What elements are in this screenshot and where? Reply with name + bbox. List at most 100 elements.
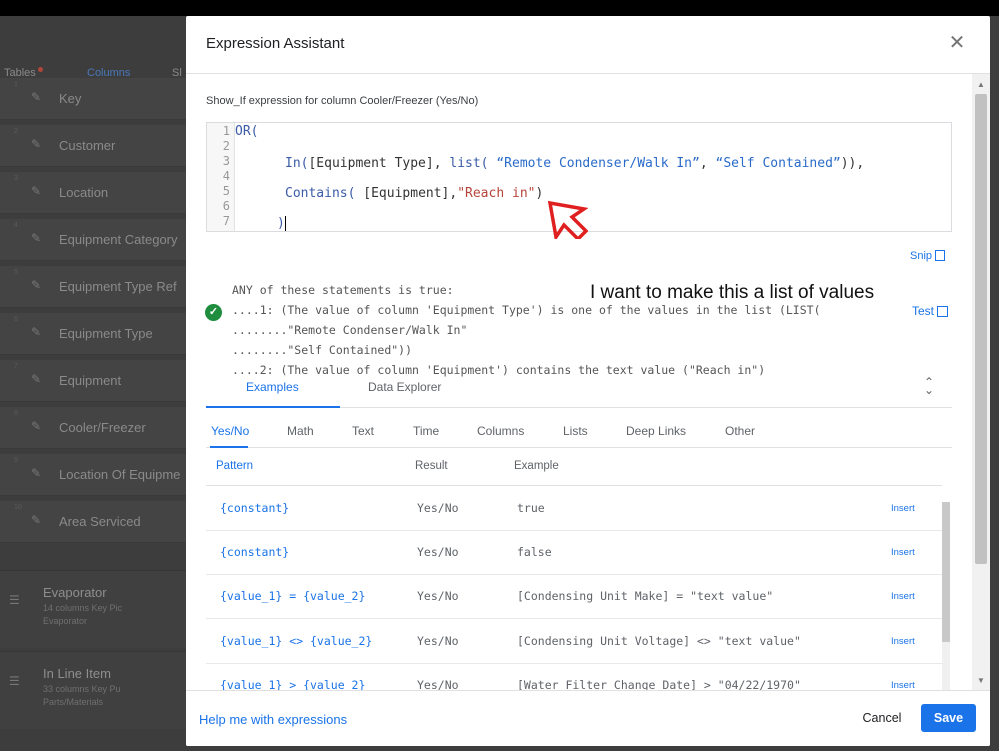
tab-columns[interactable]: Columns — [477, 424, 524, 438]
column-number: 4 — [14, 222, 18, 229]
dialog-footer: Help me with expressions Cancel Save — [186, 690, 990, 746]
cancel-button[interactable]: Cancel — [850, 704, 914, 732]
pencil-icon: ✎ — [31, 278, 42, 292]
dialog-body: Show_If expression for column Cooler/Fre… — [186, 74, 972, 690]
insert-button[interactable]: Insert — [891, 591, 915, 602]
pattern-cell: {value_1} = {value_2} — [220, 589, 366, 603]
table-name: Evaporator — [43, 585, 107, 600]
header-example: Example — [514, 460, 559, 472]
column-number: 6 — [14, 316, 18, 323]
pattern-cell: {constant} — [220, 501, 290, 515]
text-cursor — [284, 216, 286, 231]
code-token: )), — [840, 156, 865, 171]
warning-dot-icon — [37, 67, 43, 72]
code-token: In( — [285, 156, 309, 171]
bg-column-row[interactable]: 1 ✎ Key — [0, 78, 186, 120]
insert-button[interactable]: Insert — [891, 547, 915, 558]
bg-column-row[interactable]: 9 ✎ Location Of Equipme — [0, 454, 186, 496]
result-cell: Yes/No — [417, 678, 459, 690]
code-token: [Equipment Type], — [308, 156, 450, 171]
tab-yes-no[interactable]: Yes/No — [211, 424, 249, 438]
check-circle-icon: ✓ — [205, 304, 222, 321]
tab-text[interactable]: Text — [352, 424, 374, 438]
table-scrollbar-thumb[interactable] — [942, 502, 950, 642]
open-in-new-icon — [937, 306, 949, 317]
example-cell: true — [517, 501, 545, 515]
bg-column-row[interactable]: 8 ✎ Cooler/Freezer — [0, 407, 186, 449]
column-name: Equipment — [59, 373, 122, 388]
bg-column-row[interactable]: 5 ✎ Equipment Type Ref — [0, 266, 186, 308]
bg-column-row[interactable]: 3 ✎ Location — [0, 172, 186, 214]
column-number: 5 — [14, 269, 18, 276]
tab-time[interactable]: Time — [413, 424, 439, 438]
collapse-icon[interactable]: ⌃ ⌄ — [924, 376, 934, 396]
table-name: In Line Item — [43, 666, 111, 681]
result-cell: Yes/No — [417, 589, 459, 603]
dialog-scrollbar-thumb[interactable] — [975, 94, 987, 564]
column-name: Location — [59, 185, 109, 200]
code-line-3: In([Equipment Type], list( “Remote Conde… — [285, 156, 864, 171]
expression-assistant-dialog: Expression Assistant ✕ Show_If expressio… — [186, 16, 990, 746]
explanation-line: ........"Self Contained")) — [232, 343, 413, 357]
save-button[interactable]: Save — [921, 704, 976, 732]
dialog-scrollbar[interactable]: ▲ ▼ — [972, 74, 990, 690]
pattern-cell: {value_1} <> {value_2} — [220, 634, 373, 648]
help-expressions-link[interactable]: Help me with expressions — [199, 712, 347, 727]
table-meta: 33 columns Key Pu — [43, 684, 121, 694]
table-row: {constant} Yes/No false Insert — [206, 530, 942, 575]
bg-column-row[interactable]: 7 ✎ Equipment — [0, 360, 186, 402]
scroll-up-icon[interactable]: ▲ — [977, 80, 985, 89]
tab-data-explorer[interactable]: Data Explorer — [368, 380, 441, 394]
table-icon: ☰ — [9, 593, 20, 607]
pencil-icon: ✎ — [31, 137, 42, 151]
example-cell: [Condensing Unit Voltage] <> "text value… — [517, 634, 801, 648]
tab-deep-links[interactable]: Deep Links — [626, 424, 686, 438]
pencil-icon: ✎ — [31, 419, 42, 433]
close-icon[interactable]: ✕ — [946, 32, 968, 54]
tab-lists[interactable]: Lists — [563, 424, 588, 438]
insert-button[interactable]: Insert — [891, 680, 915, 690]
test-label: Test — [912, 304, 935, 318]
column-name: Equipment Category — [59, 232, 178, 247]
pencil-icon: ✎ — [31, 513, 42, 527]
code-line-1: OR( — [235, 124, 258, 139]
table-scrollbar[interactable] — [942, 502, 950, 690]
column-name: Equipment Type Ref — [59, 279, 177, 294]
result-cell: Yes/No — [417, 634, 459, 648]
copy-icon — [935, 250, 946, 261]
code-string: “Remote Condenser/Walk In” — [488, 156, 700, 171]
main-tabs: Examples Data Explorer ⌃ ⌄ — [206, 374, 952, 408]
insert-button[interactable]: Insert — [891, 636, 915, 647]
code-token: Contains( — [285, 186, 356, 201]
tab-other[interactable]: Other — [725, 424, 755, 438]
table-icon: ☰ — [9, 674, 20, 688]
bg-table-card[interactable]: ☰ In Line Item 33 columns Key Pu Parts/M… — [0, 651, 186, 729]
pattern-cell: {value_1} > {value_2} — [220, 678, 366, 690]
explanation-line: ....1: (The value of column 'Equipment T… — [232, 303, 821, 317]
column-number: 3 — [14, 175, 18, 182]
bg-column-row[interactable]: 2 ✎ Customer — [0, 125, 186, 167]
bg-column-row[interactable]: 6 ✎ Equipment Type — [0, 313, 186, 355]
example-cell: false — [517, 545, 552, 559]
scroll-down-icon[interactable]: ▼ — [977, 676, 985, 685]
test-button[interactable]: Test — [912, 304, 949, 318]
snip-button[interactable]: Snip — [910, 250, 946, 262]
bg-table-card[interactable]: ☰ Evaporator 14 columns Key Pic Evaporat… — [0, 570, 186, 648]
expression-explanation: ANY of these statements is true: ....1: (… — [232, 280, 821, 380]
column-number: 1 — [14, 81, 18, 88]
bg-column-row[interactable]: 10 ✎ Area Serviced — [0, 501, 186, 543]
column-number: 2 — [14, 128, 18, 135]
bg-column-row[interactable]: 4 ✎ Equipment Category — [0, 219, 186, 261]
example-cell: [Condensing Unit Make] = "text value" — [517, 589, 774, 603]
tab-examples[interactable]: Examples — [246, 380, 299, 394]
explanation-line: ANY of these statements is true: — [232, 283, 454, 297]
pencil-icon: ✎ — [31, 372, 42, 386]
code-token: OR( — [235, 124, 259, 139]
category-tabs: Yes/No Math Text Time Columns Lists Deep… — [206, 414, 952, 448]
explanation-line: ........"Remote Condenser/Walk In" — [232, 323, 468, 337]
insert-button[interactable]: Insert — [891, 503, 915, 514]
tab-math[interactable]: Math — [287, 424, 314, 438]
code-token: [Equipment], — [355, 186, 458, 201]
result-cell: Yes/No — [417, 501, 459, 515]
header-pattern: Pattern — [216, 460, 254, 472]
